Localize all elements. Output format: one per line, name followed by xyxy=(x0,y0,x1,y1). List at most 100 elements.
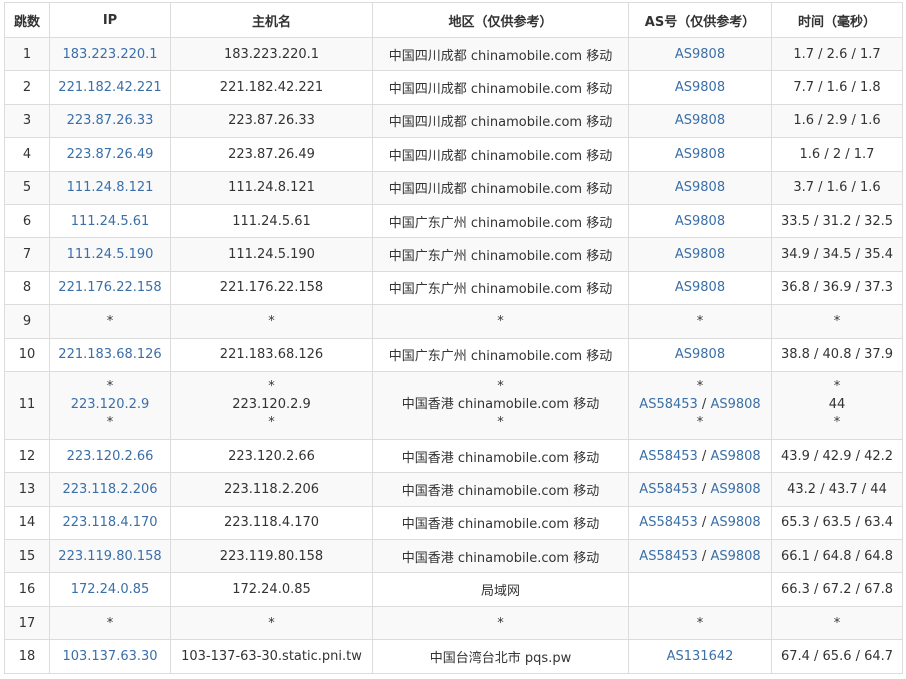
ip-link[interactable]: 103.137.63.30 xyxy=(52,649,168,664)
region-text: 中国香港 chinamobile.com 移动 xyxy=(401,550,600,566)
ip-link[interactable]: 223.118.4.170 xyxy=(52,515,168,530)
header-row: 跳数 IP 主机名 地区（仅供参考） AS号（仅供参考） 时间（毫秒） xyxy=(4,2,903,38)
ip-cell: 111.24.8.121 xyxy=(49,170,171,205)
ip-link[interactable]: 223.118.2.206 xyxy=(52,482,168,497)
as-line: * xyxy=(631,314,769,329)
as-link[interactable]: AS58453 xyxy=(639,515,698,530)
time-cell: 36.8 / 36.9 / 37.3 xyxy=(771,270,903,306)
as-cell: AS58453 / AS9808 xyxy=(628,539,772,574)
as-link[interactable]: AS58453 xyxy=(639,482,698,497)
time-cell: 65.3 / 63.5 / 63.4 xyxy=(771,505,903,541)
time-cell: * xyxy=(771,605,903,641)
header-hop: 跳数 xyxy=(4,2,50,38)
time-text: 66.3 / 67.2 / 67.8 xyxy=(780,582,894,598)
as-link[interactable]: AS9808 xyxy=(675,147,725,162)
hostname-cell: 111.24.8.121 xyxy=(170,170,373,205)
time-text: 43.9 / 42.9 / 42.2 xyxy=(780,448,894,464)
ip-cell: 183.223.220.1 xyxy=(49,36,171,72)
as-line: AS9808 xyxy=(631,247,769,262)
time-text: 65.3 / 63.5 / 63.4 xyxy=(780,515,894,531)
time-cell: 43.2 / 43.7 / 44 xyxy=(771,472,903,507)
region-cell: 中国香港 chinamobile.com 移动 xyxy=(372,472,629,507)
as-link[interactable]: AS9808 xyxy=(675,80,725,95)
hostname-cell: 223.119.80.158 xyxy=(170,539,373,574)
region-cell: 中国香港 chinamobile.com 移动 xyxy=(372,505,629,541)
hostname-text: 223.118.4.170 xyxy=(223,515,320,531)
ip-link[interactable]: 111.24.5.190 xyxy=(52,247,168,262)
region-text: * xyxy=(497,615,504,631)
time-cell: 67.4 / 65.6 / 64.7 xyxy=(771,639,903,674)
table-row: 2 221.182.42.221 221.182.42.221 中国四川成都 chin… xyxy=(4,70,903,105)
as-link[interactable]: AS9808 xyxy=(710,449,760,464)
ip-link[interactable]: 223.120.2.66 xyxy=(52,449,168,464)
table-row: 18 103.137.63.30 103-137-63-30.static.pni.… xyxy=(4,639,903,674)
ip-link[interactable]: 223.120.2.9 xyxy=(52,396,168,414)
as-link[interactable]: AS9808 xyxy=(675,47,725,62)
as-link[interactable]: AS9808 xyxy=(710,482,760,497)
as-link[interactable]: AS58453 xyxy=(639,397,698,412)
time-cell: 66.3 / 67.2 / 67.8 xyxy=(771,572,903,607)
as-line: * xyxy=(631,616,769,631)
as-link[interactable]: AS9808 xyxy=(675,214,725,229)
as-link[interactable]: AS58453 xyxy=(639,449,698,464)
region-cell: * 中国香港 chinamobile.com 移动 * xyxy=(372,370,629,440)
as-line: AS9808 xyxy=(631,180,769,195)
hop-cell: 1 xyxy=(4,36,50,72)
ip-link[interactable]: 111.24.5.61 xyxy=(52,214,168,229)
ip-cell: 223.120.2.66 xyxy=(49,438,171,474)
as-line: AS58453 / AS9808 xyxy=(631,449,769,464)
as-link[interactable]: AS9808 xyxy=(675,347,725,362)
region-cell: 中国四川成都 chinamobile.com 移动 xyxy=(372,170,629,205)
ip-cell: 111.24.5.190 xyxy=(49,237,171,272)
as-separator: / xyxy=(697,548,711,564)
region-cell: 中国广东广州 chinamobile.com 移动 xyxy=(372,237,629,272)
ip-link[interactable]: 223.119.80.158 xyxy=(52,549,168,564)
as-cell: * xyxy=(628,304,772,339)
as-link[interactable]: AS58453 xyxy=(639,549,698,564)
as-link[interactable]: AS9808 xyxy=(675,247,725,262)
hostname-text: * xyxy=(268,313,275,329)
as-link[interactable]: AS131642 xyxy=(667,649,734,664)
ip-link[interactable]: 221.182.42.221 xyxy=(52,80,168,95)
time-text: 38.8 / 40.8 / 37.9 xyxy=(780,347,894,363)
as-line: AS58453 / AS9808 xyxy=(631,549,769,564)
hostname-text: 103-137-63-30.static.pni.tw xyxy=(181,648,362,664)
as-link[interactable]: AS9808 xyxy=(675,180,725,195)
as-line: * xyxy=(631,414,769,432)
ip-link[interactable]: 183.223.220.1 xyxy=(52,47,168,62)
table-row: 9 * * * * * xyxy=(4,304,903,339)
hostname-text: 223.118.2.206 xyxy=(223,481,320,497)
ip-link[interactable]: 223.87.26.49 xyxy=(52,147,168,162)
ip-link[interactable]: 221.183.68.126 xyxy=(52,347,168,362)
table-row: 8 221.176.22.158 221.176.22.158 中国广东广州 chin… xyxy=(4,270,903,306)
hostname-cell: 221.183.68.126 xyxy=(170,337,373,372)
as-link[interactable]: AS9808 xyxy=(675,113,725,128)
table-row: 1 183.223.220.1 183.223.220.1 中国四川成都 chinam… xyxy=(4,36,903,72)
as-cell: AS58453 / AS9808 xyxy=(628,505,772,541)
as-line: AS9808 xyxy=(631,214,769,229)
region-cell: 中国四川成都 chinamobile.com 移动 xyxy=(372,137,629,172)
hop-cell: 9 xyxy=(4,304,50,339)
time-text: * xyxy=(833,615,841,631)
as-text: * xyxy=(696,415,704,431)
hop-cell: 8 xyxy=(4,270,50,306)
as-separator: / xyxy=(697,515,711,531)
as-link[interactable]: AS9808 xyxy=(675,280,725,295)
ip-link[interactable]: 111.24.8.121 xyxy=(52,180,168,195)
time-cell: 1.6 / 2 / 1.7 xyxy=(771,137,903,172)
hostname-cell: * 223.120.2.9 * xyxy=(170,370,373,440)
as-cell xyxy=(628,572,772,607)
ip-link[interactable]: 223.87.26.33 xyxy=(52,113,168,128)
time-text: 36.8 / 36.9 / 37.3 xyxy=(780,280,894,296)
ip-link[interactable]: 221.176.22.158 xyxy=(52,280,168,295)
hostname-cell: 223.118.2.206 xyxy=(170,472,373,507)
hostname-text: 223.87.26.49 xyxy=(228,146,315,162)
as-link[interactable]: AS9808 xyxy=(710,515,760,530)
table-row: 15 223.119.80.158 223.119.80.158 中国香港 china… xyxy=(4,539,903,574)
as-link[interactable]: AS9808 xyxy=(710,549,760,564)
as-line: AS9808 xyxy=(631,147,769,162)
time-text: 44 xyxy=(828,397,846,413)
ip-link[interactable]: 172.24.0.85 xyxy=(52,582,168,597)
region-text: 中国四川成都 chinamobile.com 移动 xyxy=(388,148,613,164)
as-link[interactable]: AS9808 xyxy=(710,397,760,412)
